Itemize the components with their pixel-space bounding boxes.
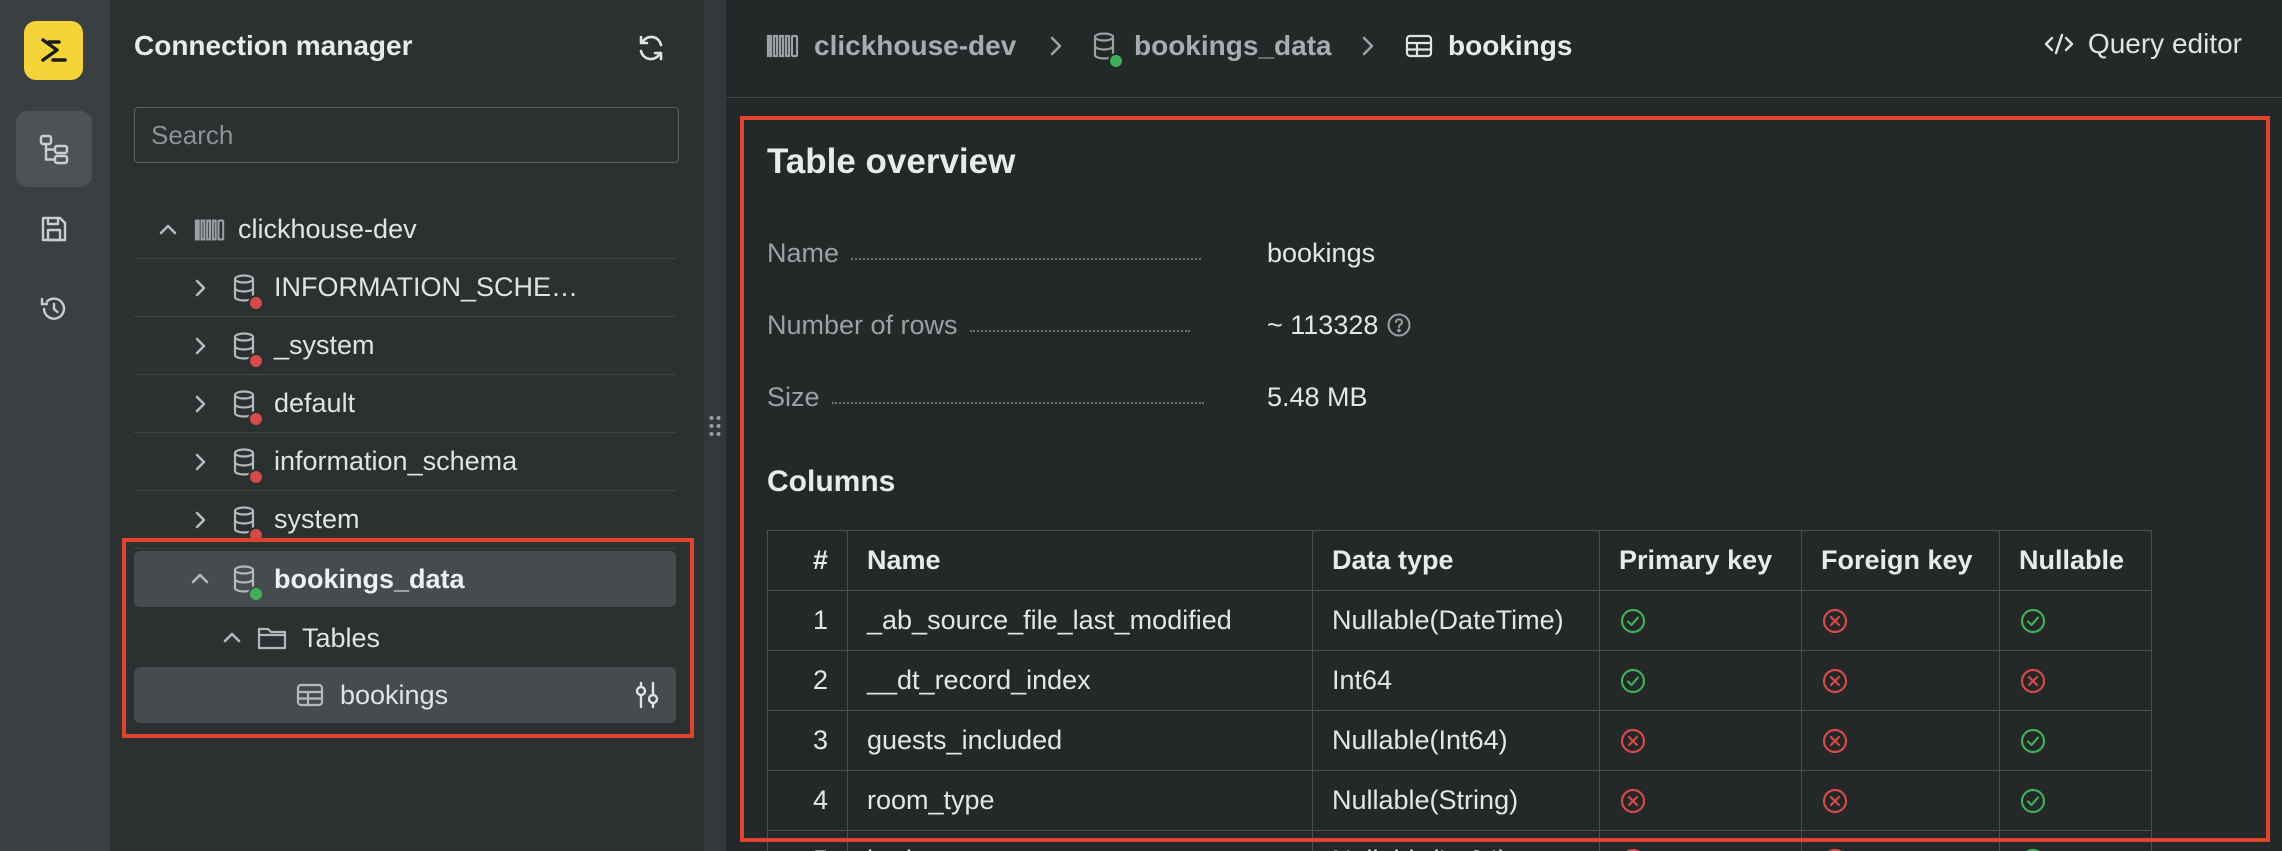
breadcrumb: clickhouse-dev bookings_data bookings Qu… bbox=[726, 0, 2282, 98]
server-icon bbox=[194, 213, 226, 247]
main-panel: clickhouse-dev bookings_data bookings Qu… bbox=[726, 0, 2282, 851]
refresh-icon bbox=[639, 35, 663, 61]
database-icon bbox=[228, 387, 264, 427]
breadcrumb-connection-label: clickhouse-dev bbox=[814, 30, 1017, 61]
database-label: _system bbox=[274, 330, 375, 360]
tree-item-database[interactable]: _system bbox=[134, 317, 676, 375]
status-ok-dot bbox=[1108, 53, 1124, 69]
breadcrumb-database[interactable]: bookings_data bbox=[1088, 28, 1332, 69]
database-label: information_schema bbox=[274, 446, 518, 476]
status-error-dot bbox=[248, 294, 264, 311]
x-circle-icon bbox=[1827, 848, 1843, 851]
tree-item-database[interactable]: default bbox=[134, 375, 676, 433]
connection-label: clickhouse-dev bbox=[238, 214, 417, 244]
database-label: INFORMATION_SCHE… bbox=[274, 272, 579, 302]
query-editor-label: Query editor bbox=[2087, 28, 2242, 59]
chevron-right-icon[interactable] bbox=[184, 504, 216, 536]
app-logo[interactable] bbox=[24, 21, 83, 80]
check-circle-icon bbox=[2025, 848, 2041, 851]
chevron-right-icon bbox=[1362, 36, 1374, 56]
server-icon bbox=[766, 34, 799, 58]
connections-nav-button[interactable] bbox=[16, 111, 92, 187]
status-error-dot bbox=[248, 468, 264, 485]
chevron-right-icon bbox=[1050, 36, 1062, 56]
tree-item-database[interactable]: information_schema bbox=[134, 433, 676, 491]
save-icon bbox=[41, 216, 67, 242]
tree-item-database[interactable]: INFORMATION_SCHE… bbox=[134, 259, 676, 317]
status-error-dot bbox=[248, 410, 264, 427]
database-icon bbox=[228, 445, 264, 485]
database-icon bbox=[228, 503, 264, 543]
drag-handle-icon bbox=[709, 415, 721, 436]
logo-icon bbox=[40, 37, 67, 62]
connection-tree-icon bbox=[39, 134, 69, 165]
database-icon bbox=[1088, 29, 1124, 69]
database-icon bbox=[228, 329, 264, 369]
table-icon bbox=[1405, 34, 1433, 58]
search-input[interactable] bbox=[134, 107, 679, 163]
breadcrumb-connection[interactable]: clickhouse-dev bbox=[766, 28, 1016, 64]
query-editor-button[interactable]: Query editor bbox=[2042, 28, 2242, 60]
breadcrumb-table[interactable]: bookings bbox=[1404, 28, 1572, 64]
panel-resize-handle[interactable] bbox=[704, 0, 726, 851]
chevron-right-icon[interactable] bbox=[184, 446, 216, 478]
chevron-right-icon[interactable] bbox=[184, 388, 216, 420]
tree-item-connection[interactable]: clickhouse-dev bbox=[134, 201, 676, 259]
breadcrumb-table-label: bookings bbox=[1448, 30, 1573, 61]
code-icon bbox=[2044, 33, 2074, 55]
chevron-up-icon[interactable] bbox=[152, 214, 184, 246]
breadcrumb-database-label: bookings_data bbox=[1134, 30, 1332, 61]
highlight-frame bbox=[740, 116, 2270, 842]
refresh-button[interactable] bbox=[633, 30, 669, 66]
database-label: default bbox=[274, 388, 356, 418]
database-icon bbox=[228, 271, 264, 311]
x-circle-icon bbox=[1625, 848, 1641, 851]
highlight-frame bbox=[122, 538, 694, 738]
database-label: system bbox=[274, 504, 360, 534]
saved-queries-nav-button[interactable] bbox=[16, 191, 92, 267]
history-icon bbox=[40, 297, 66, 320]
history-nav-button[interactable] bbox=[16, 271, 92, 347]
chevron-right-icon[interactable] bbox=[184, 272, 216, 304]
status-error-dot bbox=[248, 352, 264, 369]
connection-manager-panel: Connection manager clickhouse-dev INFORM… bbox=[110, 0, 704, 851]
chevron-right-icon[interactable] bbox=[184, 330, 216, 362]
nav-rail bbox=[0, 0, 110, 851]
panel-title: Connection manager bbox=[134, 30, 413, 61]
